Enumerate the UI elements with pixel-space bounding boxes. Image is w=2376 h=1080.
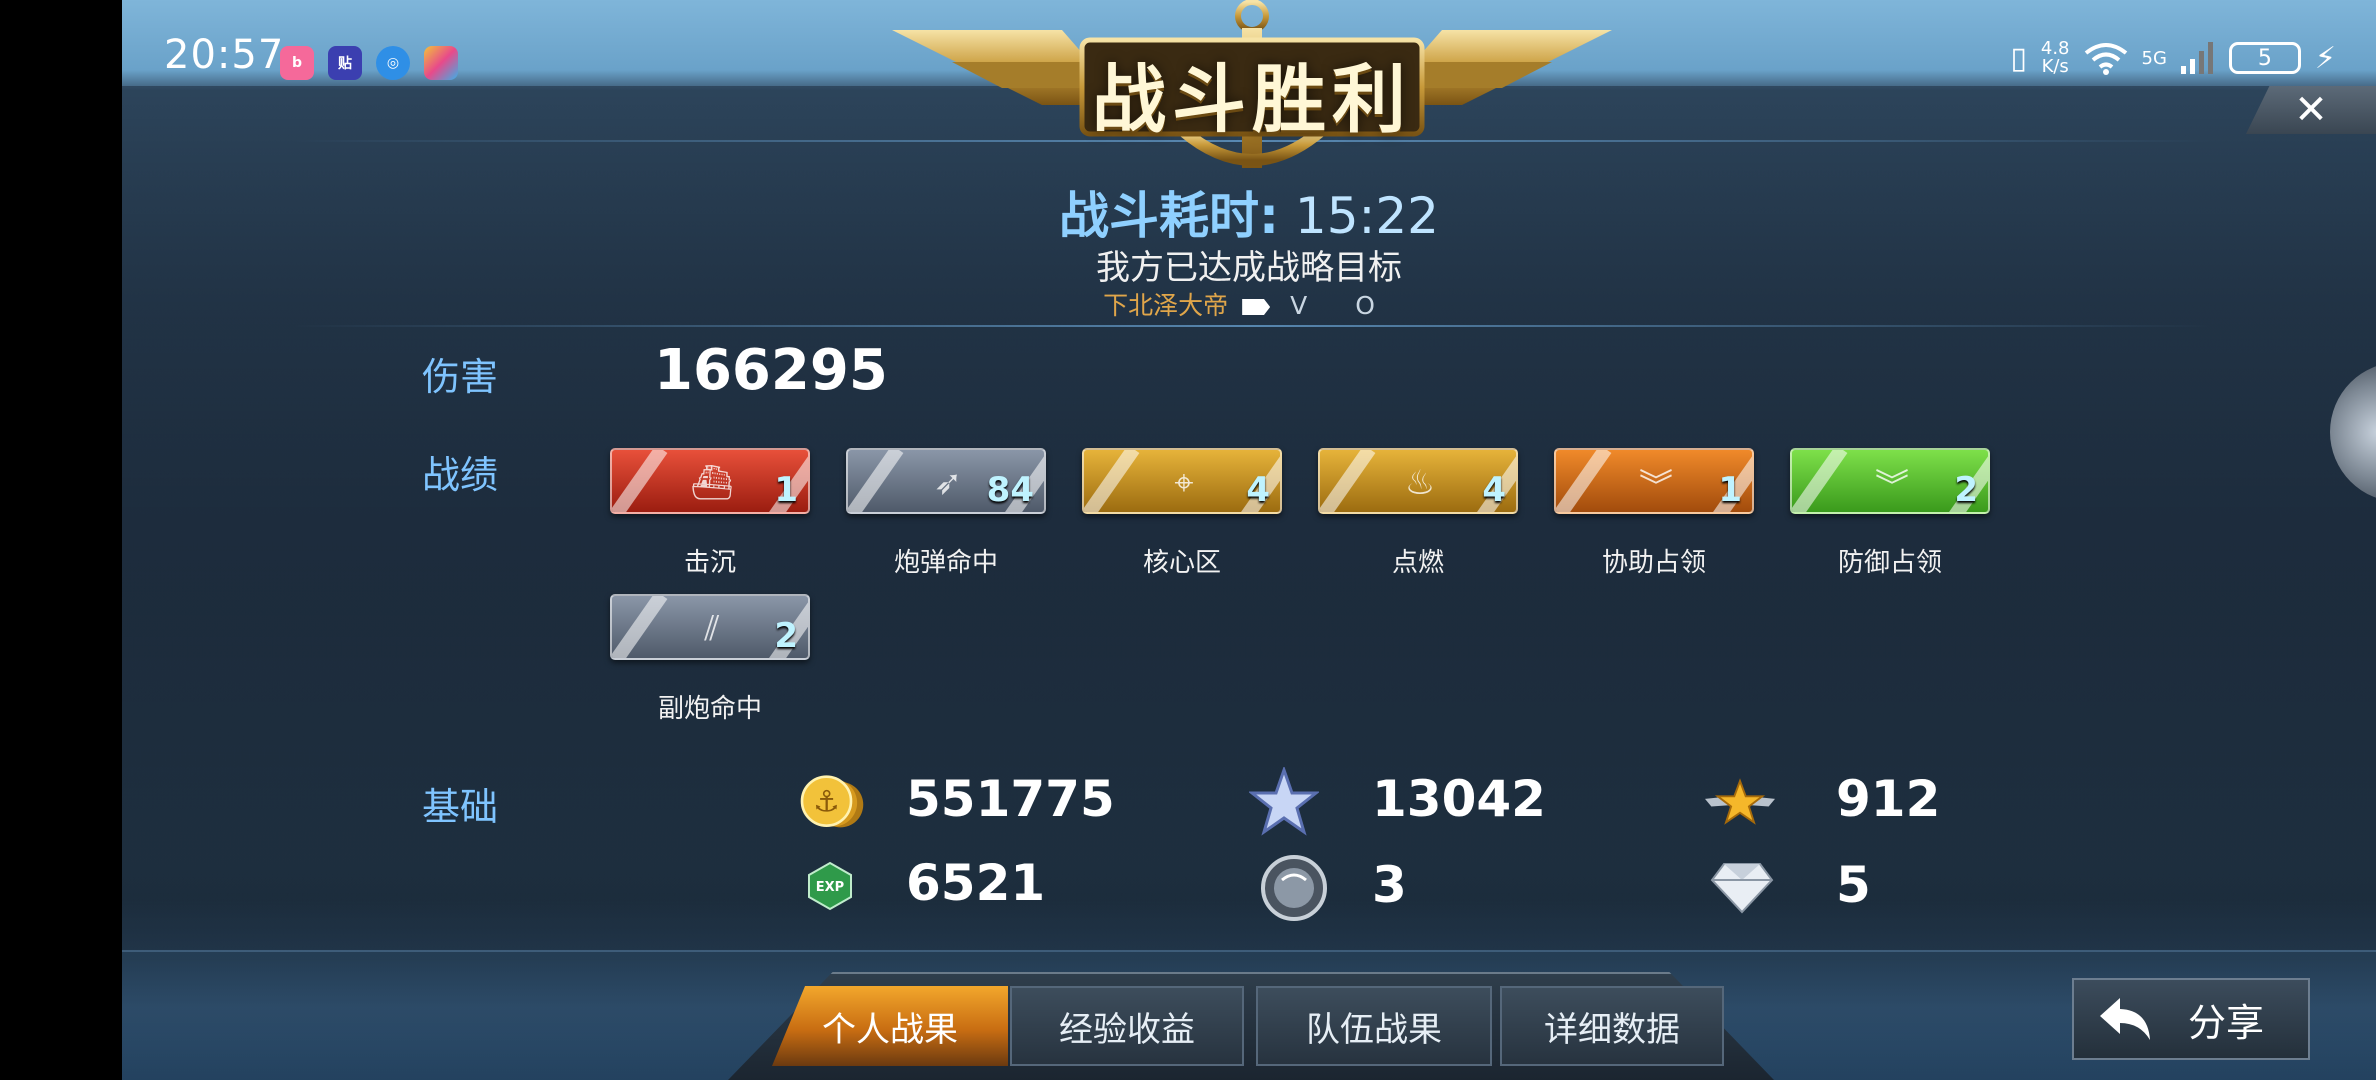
medal-count: 2	[774, 616, 798, 656]
battle-time-value: 15:22	[1294, 187, 1439, 245]
citadel-icon: ⌖	[1174, 463, 1194, 503]
resource-value: 3	[1372, 856, 1407, 914]
medal-count: 4	[1482, 470, 1506, 510]
game-screen: 20:57 b 贴 ◎ ▯ 4.8 K/s 5G 5 ⚡ 战斗胜利 ✕ 战斗耗时…	[122, 0, 2376, 1080]
medal-label: 点燃	[1391, 548, 1444, 578]
damage-label: 伤害	[422, 355, 499, 399]
signal-bars-icon	[2180, 42, 2213, 74]
victory-title: 战斗胜利	[1092, 57, 1412, 143]
wifi-icon	[2084, 43, 2127, 75]
medal-label: 协助占领	[1601, 548, 1706, 578]
medal-count: 1	[774, 470, 798, 510]
medal-label: 炮弹命中	[893, 548, 998, 578]
medal-tile[interactable]: ➶ 84	[846, 448, 1046, 514]
net-speed-unit: K/s	[2041, 56, 2069, 77]
medal-label: 副炮命中	[657, 694, 762, 724]
medal-tile[interactable]: ⌖ 4	[1082, 448, 1282, 514]
gold-star-icon	[1705, 767, 1775, 837]
medal-tile[interactable]: ︾ 1	[1554, 448, 1754, 514]
status-time: 20:57	[164, 32, 285, 78]
exp-icon: EXP	[795, 851, 865, 921]
ship-tag-icon	[1242, 299, 1271, 315]
tieba-icon: 贴	[328, 46, 362, 80]
battle-time-label: 战斗耗时:	[1059, 187, 1279, 245]
sink-icon: ⛴	[690, 463, 734, 503]
svg-text:⚓: ⚓	[813, 785, 840, 820]
signal-label: 5G	[2141, 47, 2167, 69]
medal-count: 1	[1718, 470, 1742, 510]
medal-label: 击沉	[683, 548, 736, 578]
medal-tile[interactable]: ︾ 2	[1790, 448, 1990, 514]
medal-count: 4	[1246, 470, 1270, 510]
record-label: 战绩	[422, 453, 499, 497]
medal-label: 防御占领	[1837, 548, 1942, 578]
victory-emblem: 战斗胜利	[892, 0, 1612, 180]
tab-details[interactable]: 详细数据	[1500, 986, 1724, 1066]
medal-tile[interactable]: ⫽ 2	[610, 594, 810, 660]
damage-value: 166295	[654, 338, 888, 403]
palette-app-icon	[424, 46, 458, 80]
fire-icon: ♨	[1404, 463, 1436, 503]
resource-value: 5	[1836, 856, 1871, 914]
share-label: 分享	[2188, 1000, 2265, 1045]
resource-value: 6521	[906, 854, 1046, 912]
goal-text: 我方已达成战略目标	[1096, 248, 1402, 288]
battle-time: 战斗耗时: 15:22	[122, 176, 2376, 248]
browser-icon: ◎	[376, 46, 410, 80]
player-name: 下北泽大帝	[1103, 291, 1229, 320]
diamond-icon	[1707, 853, 1777, 923]
tab-team[interactable]: 队伍战果	[1256, 986, 1492, 1066]
medal-count: 2	[1954, 470, 1978, 510]
vibrate-icon: ▯	[2010, 40, 2027, 76]
blue-star-icon	[1249, 767, 1319, 837]
player-suffix: V O	[1290, 291, 1395, 320]
tab-exp-gain[interactable]: 经验收益	[1010, 986, 1244, 1066]
svg-text:EXP: EXP	[816, 880, 844, 895]
tab-personal[interactable]: 个人战果	[772, 986, 1008, 1066]
assist-capture-icon: ︾	[1639, 466, 1673, 507]
charging-icon: ⚡	[2314, 40, 2336, 76]
secondary-hit-icon: ⫽	[704, 609, 720, 649]
medal-label: 核心区	[1142, 548, 1221, 578]
battery-indicator: 5	[2228, 42, 2301, 74]
medal-tile[interactable]: ♨ 4	[1318, 448, 1518, 514]
silver-orb-icon	[1259, 853, 1329, 923]
resource-value: 551775	[906, 770, 1115, 828]
player-line: 下北泽大帝 V O	[122, 286, 2376, 322]
share-button[interactable]: 分享	[2072, 978, 2310, 1060]
share-arrow-icon	[2100, 998, 2150, 1040]
medal-count: 84	[986, 470, 1034, 510]
bilibili-icon: b	[280, 46, 314, 80]
defend-capture-icon: ︾	[1875, 466, 1909, 507]
close-icon: ✕	[2294, 87, 2328, 133]
resource-value: 912	[1836, 770, 1941, 828]
medal-tile[interactable]: ⛴ 1	[610, 448, 810, 514]
gold-coin-icon: ⚓	[795, 767, 865, 837]
base-label: 基础	[422, 785, 499, 829]
resource-value: 13042	[1372, 770, 1546, 828]
